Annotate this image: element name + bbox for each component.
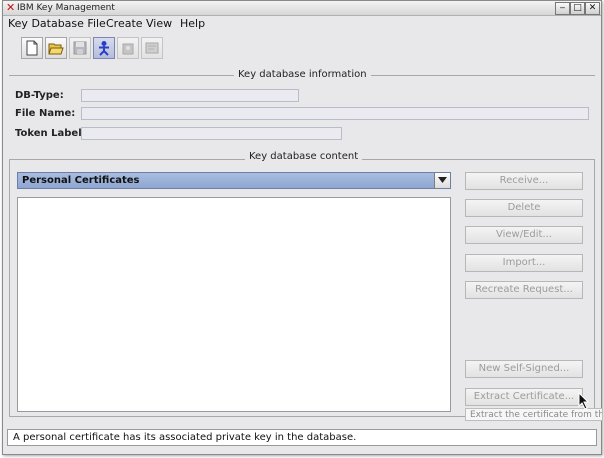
menu-help[interactable]: Help [180, 17, 205, 31]
menu-view[interactable]: View [146, 17, 172, 31]
info-section-title: Key database information [234, 69, 371, 81]
certificate-type-selected: Personal Certificates [22, 175, 140, 186]
person-button[interactable] [93, 37, 115, 59]
db-type-field [81, 89, 299, 102]
recreate-request-button[interactable]: Recreate Request... [465, 281, 583, 299]
save-disk-icon [73, 41, 87, 55]
person-icon [99, 41, 109, 56]
view-edit-button[interactable]: View/Edit... [465, 226, 583, 244]
db-type-label: DB-Type: [15, 90, 64, 101]
mouse-cursor-icon [578, 392, 590, 410]
token-label-field [81, 127, 342, 140]
certificate-list[interactable] [17, 197, 451, 412]
key-database-icon [122, 43, 134, 55]
status-bar: A personal certificate has its associate… [7, 429, 597, 446]
new-file-button[interactable] [21, 37, 43, 59]
key-database-button[interactable] [117, 37, 139, 59]
new-file-icon [26, 40, 38, 56]
token-label: Token Label: [15, 128, 86, 139]
delete-button[interactable]: Delete [465, 199, 583, 217]
certificate-icon [145, 42, 159, 54]
chevron-down-icon [438, 177, 447, 183]
close-button[interactable]: ✕ [585, 2, 600, 15]
open-folder-icon [48, 43, 64, 55]
window-title: IBM Key Management [17, 3, 115, 13]
certificate-type-dropdown[interactable]: Personal Certificates [17, 172, 451, 189]
content-section-title: Key database content [245, 151, 363, 163]
open-file-button[interactable] [45, 37, 67, 59]
minimize-button[interactable]: ‒ [555, 2, 570, 15]
title-bar[interactable]: ✕ IBM Key Management ‒ □ ✕ [3, 1, 601, 16]
app-icon: ✕ [6, 1, 16, 14]
menu-create[interactable]: Create [106, 17, 143, 31]
certificate-button[interactable] [141, 37, 163, 59]
receive-button[interactable]: Receive... [465, 172, 583, 190]
new-self-signed-button[interactable]: New Self-Signed... [465, 360, 583, 378]
app-window: ✕ IBM Key Management ‒ □ ✕ Key Database … [2, 0, 603, 455]
save-button[interactable] [69, 37, 91, 59]
file-name-field [81, 107, 589, 120]
dropdown-arrow-button[interactable] [434, 173, 450, 188]
maximize-button[interactable]: □ [570, 2, 585, 15]
menu-bar: Key Database File Create View Help [3, 16, 601, 33]
menu-key-database-file[interactable]: Key Database File [8, 17, 106, 31]
file-name-label: File Name: [15, 108, 76, 119]
extract-certificate-button[interactable]: Extract Certificate... [465, 388, 583, 406]
import-button[interactable]: Import... [465, 254, 583, 272]
